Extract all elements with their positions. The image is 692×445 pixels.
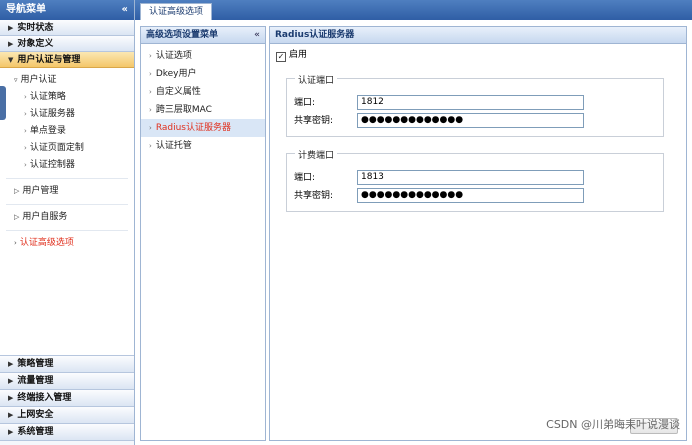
nav-item-auth-server[interactable]: › 认证服务器 — [0, 106, 134, 123]
tab-auth-advanced[interactable]: 认证高级选项 — [140, 3, 213, 20]
caret-right-icon: › — [149, 52, 152, 60]
nav-group-object-definition[interactable]: ▶ 对象定义 — [0, 36, 134, 52]
caret-right-icon: › — [24, 144, 27, 152]
auth-port-label: 端口: — [294, 98, 316, 108]
auth-secret-row: 共享密钥: ●●●●●●●●●●●●● — [294, 113, 584, 128]
nav-group-user-auth[interactable]: ▼ 用户认证与管理 — [0, 52, 134, 68]
nav-group-terminal-access[interactable]: ▶ 终端接入管理 — [0, 390, 134, 407]
nav-divider — [6, 230, 128, 231]
advanced-settings-menu: 高级选项设置菜单 « › 认证选项 › Dkey用户 › 自定义属性 › 跨三层取MAC… — [140, 26, 266, 441]
submenu-title: 高级选项设置菜单 — [146, 30, 219, 40]
submenu-list: › 认证选项 › Dkey用户 › 自定义属性 › 跨三层取MAC › Radius认证服… — [141, 44, 265, 155]
caret-right-icon: › — [24, 127, 27, 135]
chevron-right-icon: ▶ — [8, 40, 14, 48]
acct-port-fieldset: 计费端口 端口: 1813 共享密钥: ●●●●●●●●●●●●● — [286, 148, 664, 212]
caret-right-icon: › — [149, 106, 152, 114]
submenu-item-dkey-user[interactable]: › Dkey用户 — [141, 65, 265, 83]
acct-port-input[interactable]: 1813 — [357, 170, 584, 185]
caret-right-icon: › — [24, 93, 27, 101]
submenu-header: 高级选项设置菜单 « — [141, 27, 265, 44]
watermark: CSDN @川弟晦耒叶说漫谈 — [546, 418, 680, 431]
chevron-right-icon: ▶ — [8, 377, 14, 385]
nav-item-user-management[interactable]: ▷ 用户管理 — [0, 183, 134, 200]
enable-checkbox[interactable]: ✓ — [276, 52, 286, 62]
nav-bottom-groups: ▶ 策略管理 ▶ 流量管理 ▶ 终端接入管理 ▶ 上网安全 ▶ 系统管理 — [0, 356, 134, 441]
enable-label: 启用 — [289, 50, 308, 60]
auth-port-legend: 认证端口 — [295, 73, 338, 86]
nav-item-user-auth[interactable]: ▿ 用户认证 — [0, 72, 134, 89]
acct-port-label: 端口: — [294, 173, 316, 183]
auth-port-input[interactable]: 1812 — [357, 95, 584, 110]
submenu-item-auth-options[interactable]: › 认证选项 — [141, 47, 265, 65]
nav-divider — [6, 178, 128, 179]
radius-server-panel: Radius认证服务器 ✓ 启用 认证端口 端口: 1812 共享密钥: ●●●●… — [269, 26, 687, 441]
caret-right-icon: › — [149, 142, 152, 150]
caret-right-icon: › — [149, 88, 152, 96]
nav-group-internet-security[interactable]: ▶ 上网安全 — [0, 407, 134, 424]
nav-collapse-icon[interactable]: « — [122, 0, 128, 20]
nav-item-auth-policy[interactable]: › 认证策略 — [0, 89, 134, 106]
content-title: Radius认证服务器 — [270, 27, 686, 44]
caret-right-icon: › — [149, 124, 152, 132]
submenu-item-auth-hosting[interactable]: › 认证托管 — [141, 137, 265, 155]
caret-right-icon: › — [14, 239, 17, 247]
nav-tree: ▿ 用户认证 › 认证策略 › 认证服务器 › 单点登录 › 认证页面定制 › 认证控制器 … — [0, 68, 134, 356]
caret-right-icon: › — [149, 70, 152, 78]
chevron-right-icon: ▶ — [8, 394, 14, 402]
nav-group-realtime-status[interactable]: ▶ 实时状态 — [0, 20, 134, 36]
nav-header: 导航菜单 « — [0, 0, 134, 20]
caret-down-icon: ▿ — [14, 76, 18, 84]
tab-bar: 认证高级选项 — [135, 0, 692, 20]
chevron-down-icon: ▼ — [8, 56, 14, 64]
nav-item-auth-advanced[interactable]: › 认证高级选项 — [0, 235, 134, 252]
submenu-collapse-icon[interactable]: « — [254, 27, 260, 44]
nav-group-policy[interactable]: ▶ 策略管理 — [0, 356, 134, 373]
caret-right-icon: ▷ — [14, 187, 20, 195]
submenu-item-custom-attributes[interactable]: › 自定义属性 — [141, 83, 265, 101]
submenu-item-cross-l3-mac[interactable]: › 跨三层取MAC — [141, 101, 265, 119]
acct-secret-label: 共享密钥: — [294, 191, 334, 201]
acct-port-legend: 计费端口 — [295, 148, 338, 161]
nav-item-auth-page-custom[interactable]: › 认证页面定制 — [0, 140, 134, 157]
caret-right-icon: ▷ — [14, 213, 20, 221]
auth-port-fieldset: 认证端口 端口: 1812 共享密钥: ●●●●●●●●●●●●● — [286, 73, 664, 137]
nav-item-user-self-service[interactable]: ▷ 用户自服务 — [0, 209, 134, 226]
chevron-right-icon: ▶ — [8, 24, 14, 32]
nav-title: 导航菜单 — [6, 4, 46, 15]
nav-item-sso[interactable]: › 单点登录 — [0, 123, 134, 140]
chevron-right-icon: ▶ — [8, 360, 14, 368]
nav-menu: 导航菜单 « ▶ 实时状态 ▶ 对象定义 ▼ 用户认证与管理 ▿ 用户认证 › 认证策略 … — [0, 0, 135, 445]
caret-right-icon: › — [24, 161, 27, 169]
acct-secret-input[interactable]: ●●●●●●●●●●●●● — [357, 188, 584, 203]
chevron-right-icon: ▶ — [8, 428, 14, 436]
submenu-item-radius-server[interactable]: › Radius认证服务器 — [141, 119, 265, 137]
nav-divider — [6, 204, 128, 205]
nav-group-traffic[interactable]: ▶ 流量管理 — [0, 373, 134, 390]
acct-port-row: 端口: 1813 — [294, 170, 584, 185]
enable-row: ✓ 启用 — [276, 49, 308, 62]
side-handle[interactable] — [0, 86, 6, 120]
nav-group-system[interactable]: ▶ 系统管理 — [0, 424, 134, 441]
auth-secret-label: 共享密钥: — [294, 116, 334, 126]
caret-right-icon: › — [24, 110, 27, 118]
auth-port-row: 端口: 1812 — [294, 95, 584, 110]
auth-secret-input[interactable]: ●●●●●●●●●●●●● — [357, 113, 584, 128]
acct-secret-row: 共享密钥: ●●●●●●●●●●●●● — [294, 188, 584, 203]
chevron-right-icon: ▶ — [8, 411, 14, 419]
nav-item-auth-controller[interactable]: › 认证控制器 — [0, 157, 134, 174]
